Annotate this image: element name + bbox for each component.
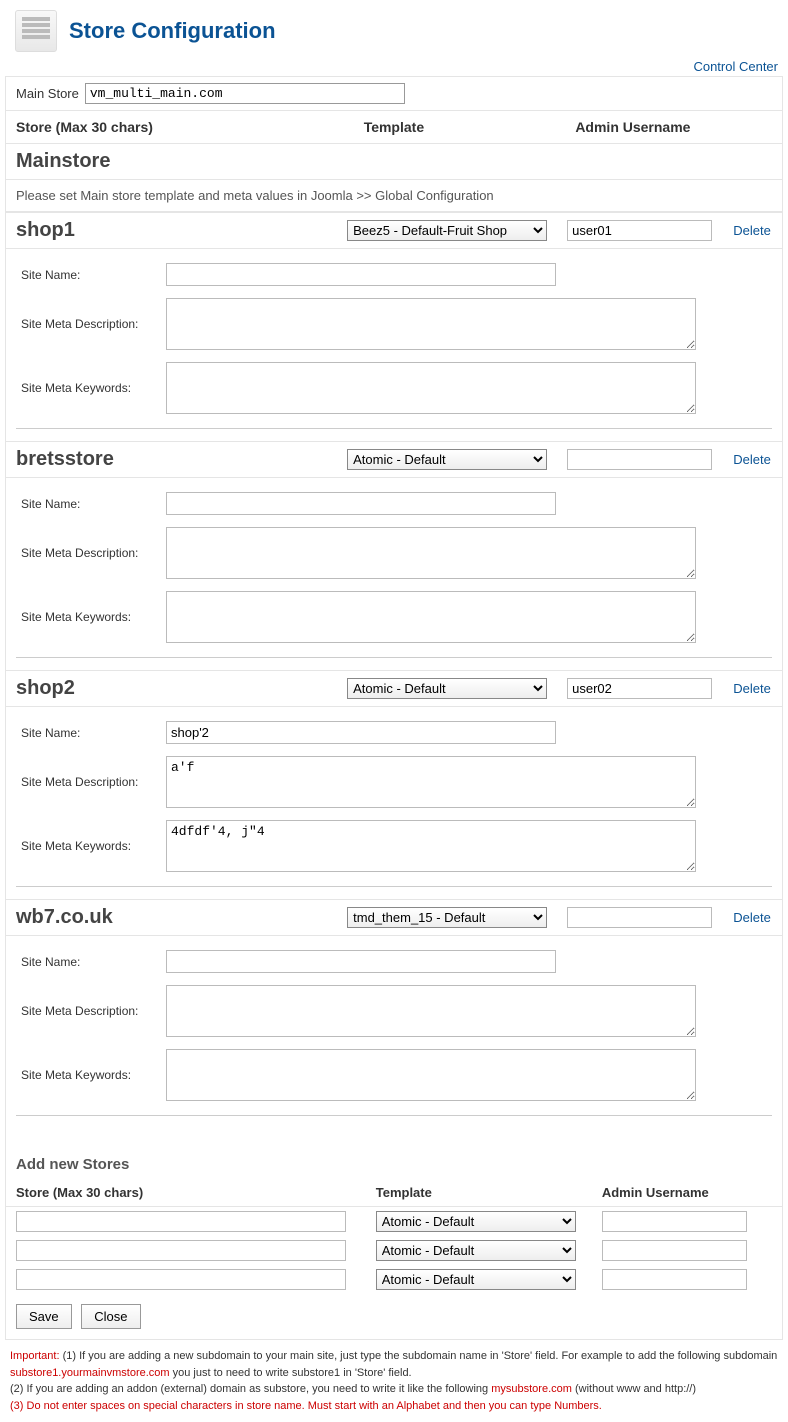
site-name-input[interactable] [166, 721, 556, 744]
add-template-select[interactable]: Beez5 - Default-Fruit ShopAtomic - Defau… [376, 1240, 576, 1261]
mainstore-name: Mainstore [6, 144, 354, 180]
add-store-input[interactable] [16, 1240, 346, 1261]
store-name: wb7.co.uk [6, 900, 337, 936]
site-name-label: Site Name: [16, 268, 166, 282]
add-row: Beez5 - Default-Fruit ShopAtomic - Defau… [6, 1236, 782, 1265]
meta-keywords-label: Site Meta Keywords: [16, 839, 166, 853]
main-store-input[interactable] [85, 83, 405, 104]
add-template-select[interactable]: Beez5 - Default-Fruit ShopAtomic - Defau… [376, 1269, 576, 1290]
add-stores-table: Store (Max 30 chars) Template Admin User… [6, 1179, 782, 1294]
meta-desc-label: Site Meta Description: [16, 775, 166, 789]
admin-input[interactable] [567, 907, 712, 928]
template-select[interactable]: Beez5 - Default-Fruit ShopAtomic - Defau… [347, 907, 547, 928]
main-store-label: Main Store [16, 86, 79, 101]
mainstore-info: Please set Main store template and meta … [6, 180, 782, 212]
meta-desc-input[interactable]: a'f [166, 756, 696, 808]
add-store-input[interactable] [16, 1211, 346, 1232]
add-admin-input[interactable] [602, 1240, 747, 1261]
template-select[interactable]: Beez5 - Default-Fruit ShopAtomic - Defau… [347, 449, 547, 470]
stores-table: Store (Max 30 chars) Template Admin User… [6, 111, 782, 212]
save-button[interactable]: Save [16, 1304, 72, 1329]
store-details: Site Name: Site Meta Description: a'f Si… [16, 707, 772, 887]
button-row: Save Close [6, 1294, 782, 1339]
site-name-input[interactable] [166, 263, 556, 286]
mainstore-info-row: Please set Main store template and meta … [6, 180, 782, 212]
meta-keywords-label: Site Meta Keywords: [16, 610, 166, 624]
col-store: Store (Max 30 chars) [6, 111, 354, 144]
add-row: Beez5 - Default-Fruit ShopAtomic - Defau… [6, 1265, 782, 1294]
store-details: Site Name: Site Meta Description: Site M… [16, 478, 772, 658]
add-stores-header: Add new Stores [6, 1146, 782, 1179]
close-button[interactable]: Close [81, 1304, 140, 1329]
control-center-link[interactable]: Control Center [693, 59, 778, 74]
meta-desc-label: Site Meta Description: [16, 317, 166, 331]
store-block: shop1 Beez5 - Default-Fruit ShopAtomic -… [6, 212, 782, 249]
meta-keywords-label: Site Meta Keywords: [16, 1068, 166, 1082]
meta-keywords-input[interactable] [166, 362, 696, 414]
store-name: shop1 [6, 213, 337, 249]
main-store-row: Main Store [6, 77, 782, 111]
store-details: Site Name: Site Meta Description: Site M… [16, 936, 772, 1116]
meta-keywords-input[interactable]: 4dfdf'4, j"4 [166, 820, 696, 872]
add-col-store: Store (Max 30 chars) [6, 1179, 366, 1207]
meta-keywords-label: Site Meta Keywords: [16, 381, 166, 395]
main-container: Main Store Store (Max 30 chars) Template… [5, 76, 783, 1340]
site-name-input[interactable] [166, 492, 556, 515]
store-block: wb7.co.uk Beez5 - Default-Fruit ShopAtom… [6, 899, 782, 936]
add-store-input[interactable] [16, 1269, 346, 1290]
admin-input[interactable] [567, 449, 712, 470]
page-header: Store Configuration [0, 0, 788, 57]
meta-desc-input[interactable] [166, 527, 696, 579]
admin-input[interactable] [567, 678, 712, 699]
add-col-admin: Admin Username [592, 1179, 762, 1207]
delete-link[interactable]: Delete [733, 910, 771, 925]
store-name: bretsstore [6, 442, 337, 478]
col-admin: Admin Username [565, 111, 721, 144]
topbar: Control Center [0, 57, 788, 76]
footnote-important: Important: [10, 1350, 60, 1362]
store-name: shop2 [6, 671, 337, 707]
store-details: Site Name: Site Meta Description: Site M… [16, 249, 772, 429]
site-name-label: Site Name: [16, 726, 166, 740]
delete-link[interactable]: Delete [733, 223, 771, 238]
delete-link[interactable]: Delete [733, 452, 771, 467]
col-actions [722, 111, 782, 144]
site-name-label: Site Name: [16, 955, 166, 969]
meta-keywords-input[interactable] [166, 591, 696, 643]
page-title: Store Configuration [69, 18, 276, 44]
site-name-label: Site Name: [16, 497, 166, 511]
store-block: bretsstore Beez5 - Default-Fruit ShopAto… [6, 441, 782, 478]
meta-desc-input[interactable] [166, 298, 696, 350]
meta-desc-label: Site Meta Description: [16, 1004, 166, 1018]
template-select[interactable]: Beez5 - Default-Fruit ShopAtomic - Defau… [347, 220, 547, 241]
add-col-template: Template [366, 1179, 592, 1207]
meta-desc-input[interactable] [166, 985, 696, 1037]
add-template-select[interactable]: Beez5 - Default-Fruit ShopAtomic - Defau… [376, 1211, 576, 1232]
delete-link[interactable]: Delete [733, 681, 771, 696]
site-name-input[interactable] [166, 950, 556, 973]
admin-input[interactable] [567, 220, 712, 241]
add-admin-input[interactable] [602, 1269, 747, 1290]
mainstore-row: Mainstore [6, 144, 782, 180]
footnote: Important: (1) If you are adding a new s… [0, 1340, 788, 1422]
add-admin-input[interactable] [602, 1211, 747, 1232]
store-block: shop2 Beez5 - Default-Fruit ShopAtomic -… [6, 670, 782, 707]
config-icon [15, 10, 57, 52]
meta-keywords-input[interactable] [166, 1049, 696, 1101]
template-select[interactable]: Beez5 - Default-Fruit ShopAtomic - Defau… [347, 678, 547, 699]
add-row: Beez5 - Default-Fruit ShopAtomic - Defau… [6, 1207, 782, 1237]
col-template: Template [354, 111, 566, 144]
meta-desc-label: Site Meta Description: [16, 546, 166, 560]
